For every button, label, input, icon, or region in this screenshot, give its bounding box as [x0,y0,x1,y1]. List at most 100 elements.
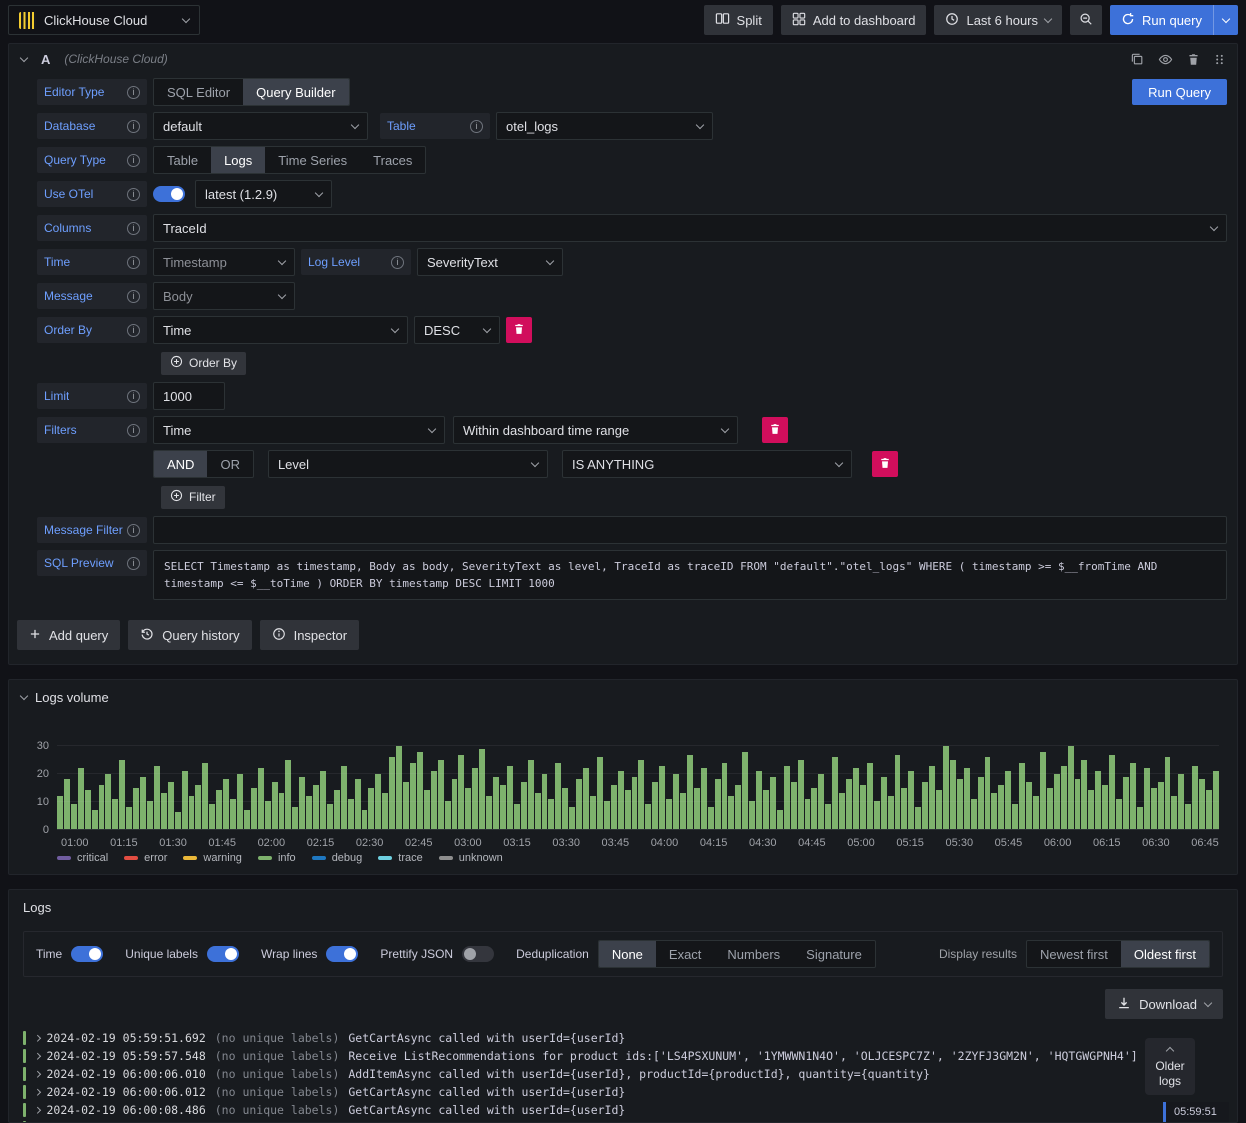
filter-conjunction-toggle-option-and[interactable]: AND [154,451,208,477]
x-axis-label: 03:15 [503,837,531,849]
time-switch[interactable] [71,946,104,962]
volume-bar [839,793,846,829]
editor-type-toggle-option-sql-editor[interactable]: SQL Editor [154,79,243,105]
add-order-by-button[interactable]: Order By [161,351,247,375]
filter-2-field-select[interactable]: Level [267,450,548,478]
filter-1-operator-select[interactable]: Within dashboard time range [453,416,738,444]
display-results-toggle-option-oldest-first[interactable]: Oldest first [1120,941,1209,967]
time-range-picker[interactable]: Last 6 hours [934,5,1063,35]
wrap-lines-switch[interactable] [326,946,359,962]
drag-handle-icon[interactable] [1214,54,1225,65]
query-history-button[interactable]: Query history [128,620,252,650]
info-icon[interactable] [127,119,140,133]
split-button[interactable]: Split [703,5,773,35]
collapse-query-icon[interactable] [19,53,29,62]
volume-bar [326,804,333,829]
add-to-dashboard-button[interactable]: Add to dashboard [780,5,927,35]
message-filter-input[interactable] [153,516,1227,544]
scroll-timestamp[interactable]: 05:59:51 [1163,1102,1229,1122]
otel-version-select[interactable]: latest (1.2.9) [195,180,332,208]
info-icon[interactable] [470,119,483,133]
legend-item-unknown[interactable]: unknown [438,852,503,864]
run-query-panel-button[interactable]: Run Query [1132,79,1227,105]
log-row[interactable]: 2024-02-19 06:00:06.012 (no unique labels… [23,1083,1223,1101]
limit-input[interactable] [153,382,225,410]
scroll-top-icon[interactable] [1165,1046,1175,1056]
deduplication-toggle-option-none[interactable]: None [598,941,656,967]
inspector-button[interactable]: Inspector [259,620,360,650]
info-icon[interactable] [127,389,140,403]
download-button[interactable]: Download [1105,989,1223,1019]
deduplication-toggle-option-exact[interactable]: Exact [656,941,715,967]
query-type-toggle-option-time-series[interactable]: Time Series [265,147,360,173]
logs-title: Logs [23,900,52,915]
query-type-toggle-option-traces[interactable]: Traces [360,147,425,173]
expand-log-icon[interactable] [34,1034,41,1042]
duplicate-query-icon[interactable] [1130,52,1144,66]
prettify-json-switch[interactable] [462,946,495,962]
use-otel-switch[interactable] [153,186,185,202]
remove-filter-2-button[interactable] [871,451,898,477]
query-row-header[interactable]: A (ClickHouse Cloud) [9,44,1237,74]
log-row[interactable]: 2024-02-19 06:00:08.486 (no unique labels… [23,1101,1223,1119]
columns-select[interactable]: TraceId [153,214,1227,242]
editor-type-toggle-option-query-builder[interactable]: Query Builder [243,79,349,105]
older-logs-widget[interactable]: Older logs [1145,1038,1195,1095]
unique-labels-switch[interactable] [206,946,239,962]
legend-item-critical[interactable]: critical [57,852,108,864]
run-query-dropdown-button[interactable] [1213,5,1238,35]
volume-bar [797,760,804,829]
add-filter-button[interactable]: Filter [161,485,225,509]
datasource-picker[interactable]: ClickHouse Cloud [8,5,200,35]
expand-log-icon[interactable] [34,1106,41,1114]
info-icon[interactable] [127,423,140,437]
message-column-select[interactable]: Body [153,282,295,310]
info-icon[interactable] [127,289,140,303]
info-icon[interactable] [127,556,140,570]
older-logs-label[interactable]: Older logs [1149,1059,1191,1089]
remove-order-by-button[interactable] [506,317,532,343]
run-query-button[interactable]: Run query [1110,5,1213,35]
filter-2-operator-select[interactable]: IS ANYTHING [561,450,852,478]
expand-log-icon[interactable] [34,1088,41,1096]
expand-log-icon[interactable] [34,1052,41,1060]
info-icon[interactable] [127,85,140,99]
hide-response-eye-icon[interactable] [1158,52,1173,67]
info-icon[interactable] [127,153,140,167]
query-type-toggle-option-table[interactable]: Table [154,147,211,173]
info-icon[interactable] [127,523,140,537]
legend-item-debug[interactable]: debug [311,852,362,864]
legend-item-error[interactable]: error [124,852,167,864]
zoom-out-button[interactable] [1070,5,1103,35]
database-select[interactable]: default [153,112,368,140]
log-row[interactable]: 2024-02-19 06:00:18.663(no unique labels… [23,1119,1223,1122]
legend-item-trace[interactable]: trace [378,852,423,864]
filter-conjunction-toggle-option-or[interactable]: OR [207,451,253,477]
time-column-select[interactable]: Timestamp [153,248,295,276]
log-row[interactable]: 2024-02-19 06:00:06.010 (no unique labels… [23,1065,1223,1083]
legend-item-info[interactable]: info [257,852,296,864]
display-results-toggle-option-newest-first[interactable]: Newest first [1027,941,1121,967]
info-icon[interactable] [127,187,140,201]
deduplication-toggle-option-signature[interactable]: Signature [793,941,875,967]
deduplication-toggle-option-numbers[interactable]: Numbers [714,941,793,967]
order-by-column-select[interactable]: Time [153,316,408,344]
info-icon[interactable] [391,255,404,269]
log-row[interactable]: 2024-02-19 05:59:51.692 (no unique labels… [23,1029,1223,1047]
table-select[interactable]: otel_logs [496,112,713,140]
order-by-direction-select[interactable]: DESC [414,316,500,344]
collapse-icon[interactable] [19,691,29,701]
info-icon[interactable] [127,255,140,269]
query-type-toggle-option-logs[interactable]: Logs [211,147,266,173]
remove-filter-1-button[interactable] [762,417,788,443]
legend-item-warning[interactable]: warning [183,852,242,864]
expand-log-icon[interactable] [34,1070,41,1078]
logs-volume-header[interactable]: Logs volume [19,690,1225,705]
info-icon[interactable] [127,221,140,235]
log-level-select[interactable]: SeverityText [417,248,563,276]
info-icon[interactable] [127,323,140,337]
remove-query-trash-icon[interactable] [1187,53,1200,66]
log-row[interactable]: 2024-02-19 05:59:57.548 (no unique labels… [23,1047,1223,1065]
filter-1-field-select[interactable]: Time [153,416,445,444]
add-query-button[interactable]: Add query [17,620,121,650]
